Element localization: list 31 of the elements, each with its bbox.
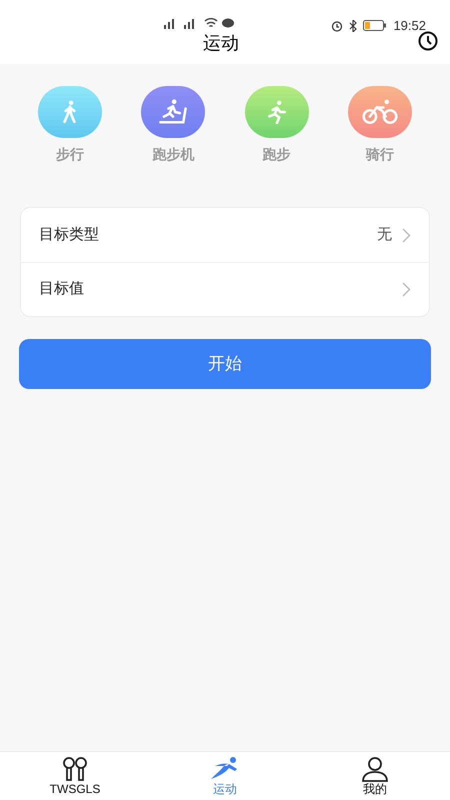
sport-label: 步行 (56, 145, 84, 164)
page-title: 运动 (203, 32, 239, 55)
history-button[interactable] (416, 30, 440, 52)
earbuds-icon (61, 756, 89, 782)
sport-label: 跑步机 (152, 145, 194, 164)
wifi-icon (204, 17, 218, 29)
bluetooth-icon (349, 20, 358, 32)
nav-tab[interactable]: TWSGLS (0, 752, 150, 800)
setting-row[interactable]: 目标类型 无 (21, 208, 429, 262)
chevron-right-icon (402, 282, 411, 297)
sport-type-button[interactable]: 跑步 (244, 86, 309, 165)
status-time: 19:52 (393, 17, 426, 35)
setting-label: 目标类型 (39, 224, 100, 245)
chevron-right-icon (402, 228, 411, 242)
sport-label: 跑步 (262, 145, 291, 164)
clock-icon (417, 31, 439, 51)
cyclist-icon (362, 98, 398, 126)
treadmill-icon (157, 98, 190, 126)
setting-row[interactable]: 目标值 (21, 262, 429, 316)
setting-label: 目标值 (39, 279, 85, 300)
nav-tab[interactable]: 我的 (300, 752, 450, 800)
sport-type-button[interactable]: 骑行 (348, 86, 412, 165)
sport-type-button[interactable]: 步行 (38, 86, 102, 165)
sport-label: 骑行 (366, 145, 394, 164)
battery-icon (363, 20, 388, 32)
alarm-icon (331, 20, 344, 32)
sport-type-button[interactable]: 跑步机 (141, 86, 206, 165)
start-button[interactable]: 开始 (19, 339, 431, 389)
person-icon (361, 756, 389, 782)
setting-value: 无 (377, 224, 392, 245)
nav-tab[interactable]: 运动 (150, 752, 300, 800)
